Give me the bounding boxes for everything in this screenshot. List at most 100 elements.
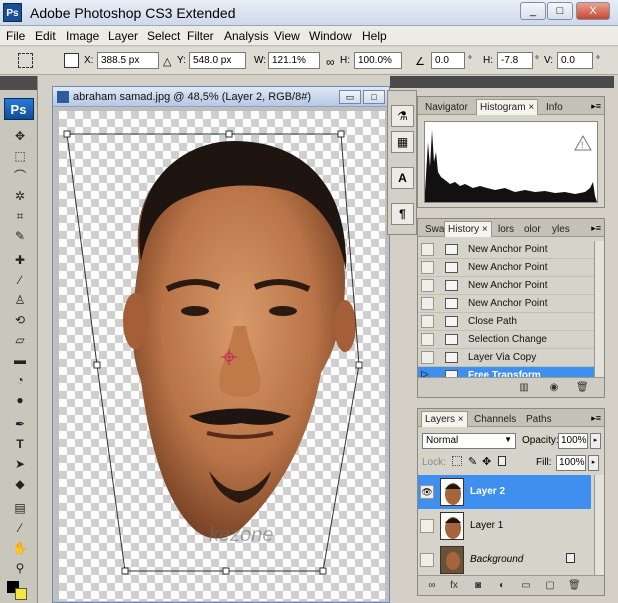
layer-row-background[interactable]: Background (418, 543, 591, 577)
delete-layer-icon[interactable]: 🗑 (568, 580, 581, 592)
new-group-icon[interactable]: ▭ (520, 580, 532, 592)
healing-brush-icon[interactable]: ✚ (11, 252, 29, 268)
eyedropper-icon[interactable]: ⁄ (11, 520, 29, 536)
history-snapshot-checkbox[interactable] (421, 333, 434, 346)
tab-navigator[interactable]: Navigator (421, 99, 472, 115)
menu-window[interactable]: Window (309, 29, 352, 43)
history-scrollbar[interactable] (594, 241, 604, 385)
history-item[interactable]: New Anchor Point (418, 277, 596, 295)
menu-file[interactable]: File (6, 29, 25, 43)
tab-color[interactable]: olor (520, 221, 545, 237)
crop-tool-icon[interactable]: ⌗ (11, 208, 29, 224)
history-snapshot-checkbox[interactable] (421, 261, 434, 274)
y-field[interactable]: 548.0 px (189, 52, 246, 69)
history-item[interactable]: Layer Via Copy (418, 349, 596, 367)
brushes-panel-icon[interactable]: ⚗ (391, 105, 414, 127)
history-item[interactable]: New Anchor Point (418, 295, 596, 313)
pen-tool-icon[interactable]: ✒ (11, 416, 29, 432)
character-panel-icon[interactable]: A (391, 167, 414, 189)
notes-icon[interactable]: ▤ (11, 500, 29, 516)
minimize-button[interactable]: _ (520, 2, 546, 20)
tab-layers[interactable]: Layers × (421, 411, 468, 427)
document-minimize-button[interactable]: ▭ (339, 90, 361, 104)
opacity-field[interactable]: 100% (558, 433, 588, 449)
opacity-slider-button[interactable]: ▸ (590, 433, 601, 449)
tab-paths[interactable]: Paths (522, 411, 556, 427)
lock-pixels-icon[interactable]: ✎ (468, 455, 477, 468)
close-button[interactable]: X (576, 2, 610, 20)
history-item[interactable]: New Anchor Point (418, 241, 596, 259)
background-color-swatch[interactable] (15, 588, 27, 600)
tab-colors[interactable]: lors (494, 221, 518, 237)
canvas[interactable]: kezone (59, 111, 385, 601)
menu-image[interactable]: Image (66, 29, 99, 43)
history-item[interactable]: Close Path (418, 313, 596, 331)
adjustment-layer-icon[interactable]: ◐ (496, 580, 508, 592)
new-document-from-state-icon[interactable]: ▥ (518, 382, 530, 394)
document-maximize-button[interactable]: □ (363, 90, 385, 104)
tab-channels[interactable]: Channels (470, 411, 520, 427)
transform-tool-icon[interactable] (18, 53, 33, 68)
layer-name[interactable]: Background (470, 554, 523, 565)
visibility-eye-icon[interactable]: 👁 (420, 485, 434, 499)
height-field[interactable]: 100.0% (354, 52, 402, 69)
tab-styles[interactable]: yles (548, 221, 574, 237)
history-snapshot-checkbox[interactable] (421, 315, 434, 328)
gradient-icon[interactable]: ▬ (11, 352, 29, 368)
menu-view[interactable]: View (274, 29, 300, 43)
ps-badge[interactable]: Ps (3, 98, 34, 120)
history-item[interactable]: Selection Change (418, 331, 596, 349)
tab-history[interactable]: History × (444, 221, 492, 237)
marquee-tool-icon[interactable]: ⬚ (11, 148, 29, 164)
menu-help[interactable]: Help (362, 29, 387, 43)
vskew-field[interactable]: 0.0 (557, 52, 593, 69)
visibility-toggle[interactable] (420, 519, 434, 533)
link-layers-icon[interactable]: ∞ (426, 580, 438, 592)
maximize-button[interactable]: □ (547, 2, 573, 20)
menu-edit[interactable]: Edit (35, 29, 56, 43)
path-selection-icon[interactable]: ➤ (11, 456, 29, 472)
tab-info[interactable]: Info (542, 99, 567, 115)
width-field[interactable]: 121.1% (268, 52, 320, 69)
layer-name[interactable]: Layer 1 (470, 520, 503, 531)
eraser-icon[interactable]: ▱ (11, 332, 29, 348)
layer-row-layer-1[interactable]: Layer 1 (418, 509, 591, 543)
relative-delta-icon[interactable]: △ (163, 55, 171, 68)
panel-menu-icon-3[interactable]: ▸≡ (591, 413, 601, 424)
new-snapshot-icon[interactable]: ◉ (548, 382, 560, 394)
move-tool-icon[interactable]: ✥ (11, 128, 29, 144)
layer-style-icon[interactable]: fx (448, 580, 460, 592)
dock-header[interactable] (390, 76, 614, 88)
angle-field[interactable]: 0.0 (431, 52, 465, 69)
history-snapshot-checkbox[interactable] (421, 351, 434, 364)
fill-field[interactable]: 100% (556, 455, 586, 471)
magic-wand-icon[interactable]: ✲ (11, 188, 29, 204)
menu-select[interactable]: Select (147, 29, 180, 43)
lock-position-icon[interactable]: ✥ (482, 455, 491, 468)
new-layer-icon[interactable]: ▢ (544, 580, 556, 592)
layer-name[interactable]: Layer 2 (470, 486, 505, 497)
blend-mode-select[interactable]: Normal ▼ (422, 433, 516, 449)
panel-menu-icon-2[interactable]: ▸≡ (591, 223, 601, 234)
panel-menu-icon[interactable]: ▸≡ (591, 101, 601, 112)
menu-layer[interactable]: Layer (108, 29, 138, 43)
layer-mask-icon[interactable]: ◙ (472, 580, 484, 592)
slice-tool-icon[interactable]: ✎ (11, 228, 29, 244)
brush-tool-icon[interactable]: ∕ (11, 272, 29, 288)
blur-icon[interactable]: ◔ (11, 372, 29, 388)
menu-filter[interactable]: Filter (187, 29, 214, 43)
hskew-field[interactable]: -7.8 (497, 52, 533, 69)
history-brush-icon[interactable]: ⟲ (11, 312, 29, 328)
link-icon[interactable]: ∞ (326, 55, 335, 69)
document-title-bar[interactable]: abraham samad.jpg @ 48,5% (Layer 2, RGB/… (53, 87, 389, 107)
layers-scrollbar[interactable] (594, 475, 604, 579)
history-snapshot-checkbox[interactable] (421, 279, 434, 292)
reference-point-icon[interactable] (64, 53, 79, 68)
tab-histogram[interactable]: Histogram × (476, 99, 539, 115)
x-field[interactable]: 388.5 px (97, 52, 159, 69)
zoom-tool-icon[interactable]: ⚲ (11, 560, 29, 576)
history-snapshot-checkbox[interactable] (421, 243, 434, 256)
shape-tool-icon[interactable]: ◆ (11, 476, 29, 492)
history-snapshot-checkbox[interactable] (421, 297, 434, 310)
lock-transparency-icon[interactable] (452, 456, 462, 466)
